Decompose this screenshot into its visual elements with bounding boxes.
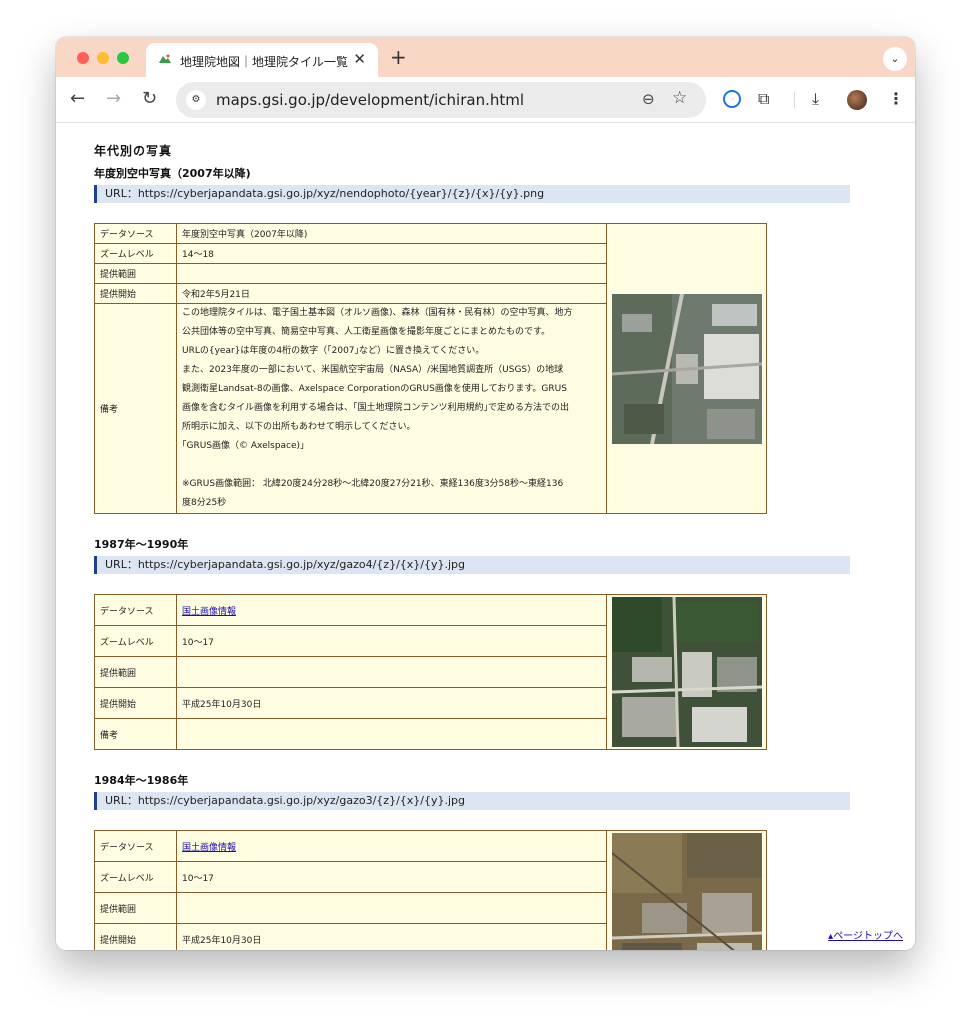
coverage-value [176,656,607,688]
note-line: この地理院タイルは、電子国土基本図（オルソ画像)、森林（国有林・民有林）の空中写… [182,308,573,318]
row-label: 提供開始 [94,923,177,950]
download-icon[interactable]: ⤓ [812,89,819,109]
page-content: 年代別の写真 年度別空中写真（2007年以降) URL：https://cybe… [56,124,915,950]
tile-info-table: データソース 国土画像情報 ズームレベル 10〜17 提供範囲 提供開始 平成2… [94,594,767,750]
bookmark-star-icon[interactable]: ☆ [672,88,687,108]
note-line: ｢GRUS画像（© Axelspace)｣ [182,441,305,451]
note-line: 度8分25秒 [182,498,227,508]
section-title: 1987年〜1990年 [94,538,189,551]
start-date-value: 平成25年10月30日 [176,687,607,719]
toolbar-divider [794,92,795,108]
aerial-photo-thumbnail [612,597,762,747]
row-label: ズームレベル [94,243,177,264]
tab-search-chevron-icon[interactable]: ⌄ [883,47,907,71]
reload-icon[interactable]: ↻ [142,88,157,109]
sample-image-cell [606,223,767,514]
tab-title: 地理院地図｜地理院タイル一覧 [180,55,349,69]
note-line: ※GRUS画像範囲： 北緯20度24分28秒〜北緯20度27分21秒、東経136… [182,479,564,489]
zoom-level-value: 14〜18 [176,243,607,264]
tile-url: URL：https://cyberjapandata.gsi.go.jp/xyz… [94,556,850,574]
coverage-value [176,892,607,924]
back-arrow-icon[interactable]: ← [70,88,85,109]
notes-value [176,718,607,750]
data-source-link[interactable]: 国土画像情報 [182,607,236,617]
tile-url: URL：https://cyberjapandata.gsi.go.jp/xyz… [94,185,850,203]
new-tab-button[interactable]: + [390,45,407,69]
more-menu-icon[interactable]: ⋮ [888,89,904,108]
address-url[interactable]: maps.gsi.go.jp/development/ichiran.html [216,91,524,109]
aerial-photo-thumbnail [612,833,762,950]
page-top-link[interactable]: ▴ページトップへ [828,927,903,942]
row-label: データソース [94,594,177,626]
note-line: 公共団体等の空中写真、簡易空中写真、人工衛星画像を撮影年度ごとにまとめたものです… [182,327,551,337]
note-line [182,456,601,475]
start-date-value: 令和2年5月21日 [176,283,607,304]
note-line: URLの{year}は年度の4桁の数字（｢2007｣など）に置き換えてください。 [182,346,485,356]
map-favicon-icon [158,53,172,65]
zoom-level-value: 10〜17 [176,861,607,893]
note-line: また、2023年度の一部において、米国航空宇宙局（NASA）/米国地質調査所（U… [182,365,564,375]
row-label: ズームレベル [94,861,177,893]
page-top-label[interactable]: ページトップへ [833,931,903,942]
forward-arrow-icon[interactable]: → [106,88,121,109]
row-label: データソース [94,223,177,244]
tile-url: URL：https://cyberjapandata.gsi.go.jp/xyz… [94,792,850,810]
row-label: 提供範囲 [94,263,177,284]
sample-image-cell [606,594,767,750]
data-source-value: 年度別空中写真（2007年以降) [176,223,607,244]
tab-close-icon[interactable]: ✕ [353,50,366,68]
row-label: 提供範囲 [94,656,177,688]
row-label: 備考 [94,718,177,750]
row-label: 提供開始 [94,687,177,719]
row-label: 提供開始 [94,283,177,304]
row-label: 備考 [94,303,177,514]
note-line: 画像を含むタイル画像を利用する場合は、｢国土地理院コンテンツ利用規約｣で定める方… [182,403,570,413]
extensions-puzzle-icon[interactable]: ⧉ [758,89,769,109]
data-source-link[interactable]: 国土画像情報 [182,843,236,853]
section-title: 1984年〜1986年 [94,774,189,787]
row-label: 提供範囲 [94,892,177,924]
maximize-window-button[interactable] [117,52,129,64]
row-label: ズームレベル [94,625,177,657]
zoom-level-value: 10〜17 [176,625,607,657]
site-info-icon[interactable]: ⚙ [186,90,206,110]
close-window-button[interactable] [77,52,89,64]
coverage-value [176,263,607,284]
address-bar[interactable]: ⚙ maps.gsi.go.jp/development/ichiran.htm… [176,82,706,118]
minimize-window-button[interactable] [97,52,109,64]
tab-strip: 地理院地図｜地理院タイル一覧 ✕ + ⌄ [56,37,915,77]
zoom-icon[interactable]: ⊖ [642,90,655,108]
note-line: 観測衛星Landsat-8の画像、Axelspace CorporationのG… [182,384,567,394]
active-tab[interactable]: 地理院地図｜地理院タイル一覧 ✕ [146,43,378,77]
profile-avatar[interactable] [847,90,867,110]
sample-image-cell [606,830,767,950]
page-heading: 年代別の写真 [94,144,173,158]
start-date-value: 平成25年10月30日 [176,923,607,950]
section-title: 年度別空中写真（2007年以降) [94,167,251,180]
row-label: データソース [94,830,177,862]
tile-info-table: データソース 年度別空中写真（2007年以降) ズームレベル 14〜18 提供範… [94,223,767,514]
password-manager-icon[interactable] [723,90,741,108]
note-line: 所明示に加え、以下の出所もあわせて明示してください。 [182,422,416,432]
browser-toolbar: ← → ↻ ⚙ maps.gsi.go.jp/development/ichir… [56,77,915,123]
notes-value: この地理院タイルは、電子国土基本図（オルソ画像)、森林（国有林・民有林）の空中写… [176,303,607,514]
browser-window: 地理院地図｜地理院タイル一覧 ✕ + ⌄ ← → ↻ ⚙ maps.gsi.go… [56,37,915,950]
tile-info-table: データソース 国土画像情報 ズームレベル 10〜17 提供範囲 提供開始 平成2… [94,830,767,950]
aerial-photo-thumbnail [612,293,762,444]
